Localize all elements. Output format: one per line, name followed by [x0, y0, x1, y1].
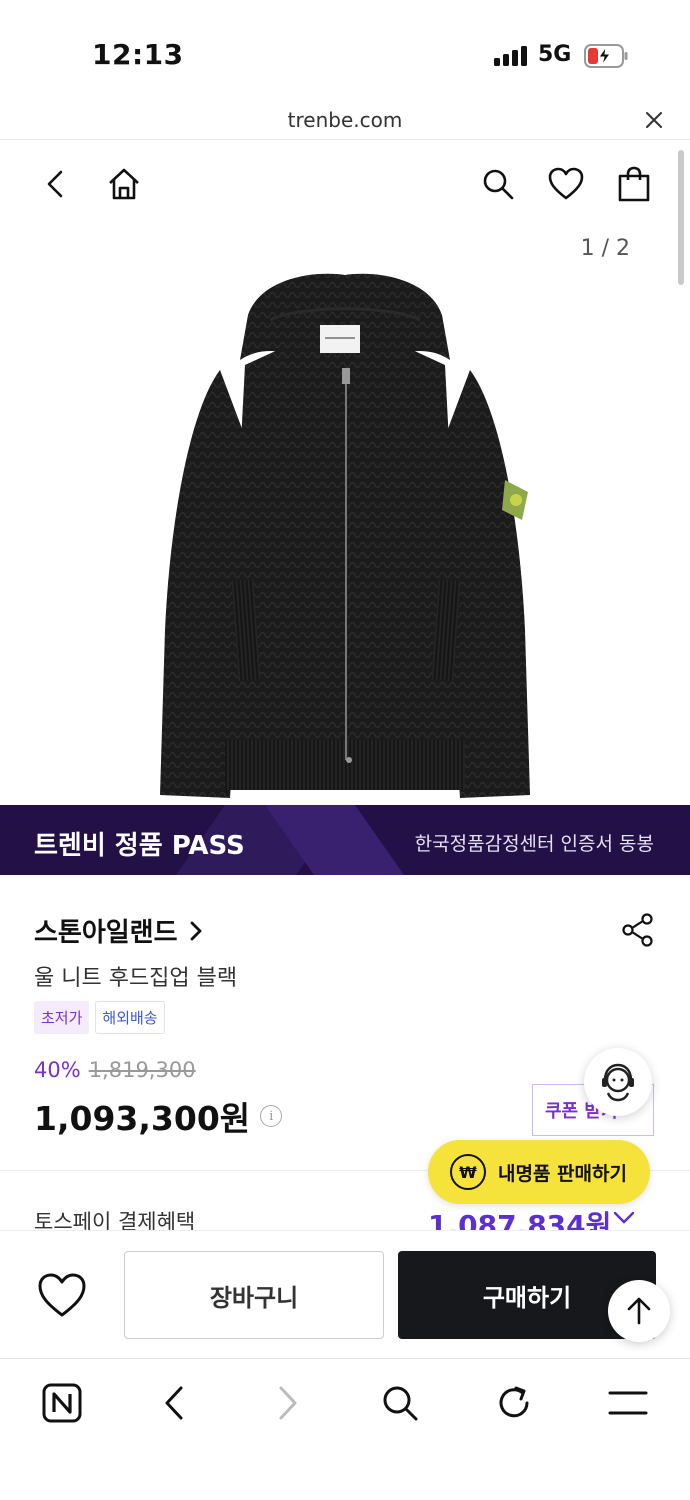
price-row: 1,093,300원 i — [34, 1092, 283, 1140]
pass-banner-title: 트렌비 정품 PASS — [34, 831, 245, 861]
discount-row: 40% 1,819,300 — [34, 1058, 196, 1082]
status-time: 12:13 — [92, 38, 184, 71]
chevron-left-icon — [165, 1386, 183, 1420]
chevron-down-icon — [613, 1211, 635, 1224]
sale-price: 1,093,300원 — [34, 1099, 251, 1138]
product-tags: 초저가 해외배송 — [34, 1001, 165, 1034]
headset-agent-icon — [602, 1063, 634, 1102]
search-button[interactable] — [478, 164, 518, 204]
hamburger-menu-icon — [608, 1391, 648, 1415]
product-image[interactable] — [150, 270, 540, 805]
chevron-right-icon — [279, 1386, 297, 1420]
heart-icon[interactable] — [36, 1271, 88, 1319]
chevron-left-icon — [47, 170, 63, 198]
wishlist-button[interactable] — [546, 164, 586, 204]
share-icon[interactable] — [620, 912, 656, 948]
tag-lowest-price: 초저가 — [34, 1001, 90, 1034]
browser-forward-button[interactable] — [266, 1381, 310, 1425]
original-price: 1,819,300 — [88, 1058, 196, 1082]
authenticity-pass-banner[interactable]: 트렌비 정품 PASS 한국정품감정센터 인증서 동봉 — [0, 805, 690, 875]
close-icon[interactable] — [642, 108, 666, 132]
chevron-right-icon — [190, 921, 201, 940]
heart-icon — [548, 167, 584, 200]
battery-charging-icon — [584, 44, 628, 68]
status-bar: 12:13 5G — [0, 0, 690, 100]
brand-link[interactable]: 스톤아일랜드 — [34, 912, 204, 949]
url-text[interactable]: trenbe.com — [0, 108, 690, 132]
reload-icon — [499, 1386, 529, 1418]
pass-banner-subtitle: 한국정품감정센터 인증서 동봉 — [414, 833, 654, 855]
browser-url-bar[interactable]: trenbe.com — [0, 100, 690, 140]
customer-support-button[interactable] — [584, 1048, 652, 1116]
top-navigation — [0, 140, 690, 230]
reload-button[interactable] — [492, 1381, 536, 1425]
home-button[interactable] — [104, 164, 144, 204]
tag-overseas-shipping: 해외배송 — [95, 1001, 165, 1034]
sell-button-label: 내명품 판매하기 — [498, 1162, 627, 1185]
sell-my-luxury-button[interactable]: ₩ 내명품 판매하기 — [428, 1140, 650, 1204]
purchase-action-bar: 장바구니 구매하기 — [0, 1230, 690, 1358]
browser-back-button[interactable] — [152, 1381, 196, 1425]
naver-n-icon — [42, 1383, 82, 1423]
product-title: 울 니트 후드집업 블랙 — [34, 966, 238, 991]
back-button[interactable] — [36, 164, 76, 204]
brand-name: 스톤아일랜드 — [34, 918, 178, 948]
shopping-bag-button[interactable] — [614, 164, 654, 204]
scroll-to-top-button[interactable] — [608, 1280, 670, 1342]
search-icon — [483, 169, 514, 200]
network-label: 5G — [538, 42, 572, 67]
menu-button[interactable] — [606, 1381, 650, 1425]
info-icon[interactable]: i — [260, 1105, 283, 1127]
scrollbar[interactable] — [678, 150, 684, 285]
shopping-bag-icon — [618, 166, 650, 202]
browser-toolbar — [0, 1358, 690, 1500]
tosspay-benefit-row[interactable]: 토스페이 결제혜택 1,087,834원 — [0, 1206, 690, 1232]
discount-rate: 40% — [34, 1058, 81, 1082]
tosspay-price: 1,087,834원 — [428, 1209, 612, 1232]
home-icon — [109, 168, 139, 200]
naver-home-button[interactable] — [40, 1381, 84, 1425]
add-to-cart-button[interactable]: 장바구니 — [124, 1251, 384, 1339]
gallery-page-indicator: 1 / 2 — [580, 236, 630, 261]
arrow-up-icon — [627, 1297, 651, 1325]
signal-icon — [494, 46, 527, 66]
search-icon — [383, 1386, 418, 1421]
browser-search-button[interactable] — [378, 1381, 422, 1425]
tosspay-label: 토스페이 결제혜택 — [34, 1210, 196, 1232]
won-icon: ₩ — [450, 1154, 486, 1190]
